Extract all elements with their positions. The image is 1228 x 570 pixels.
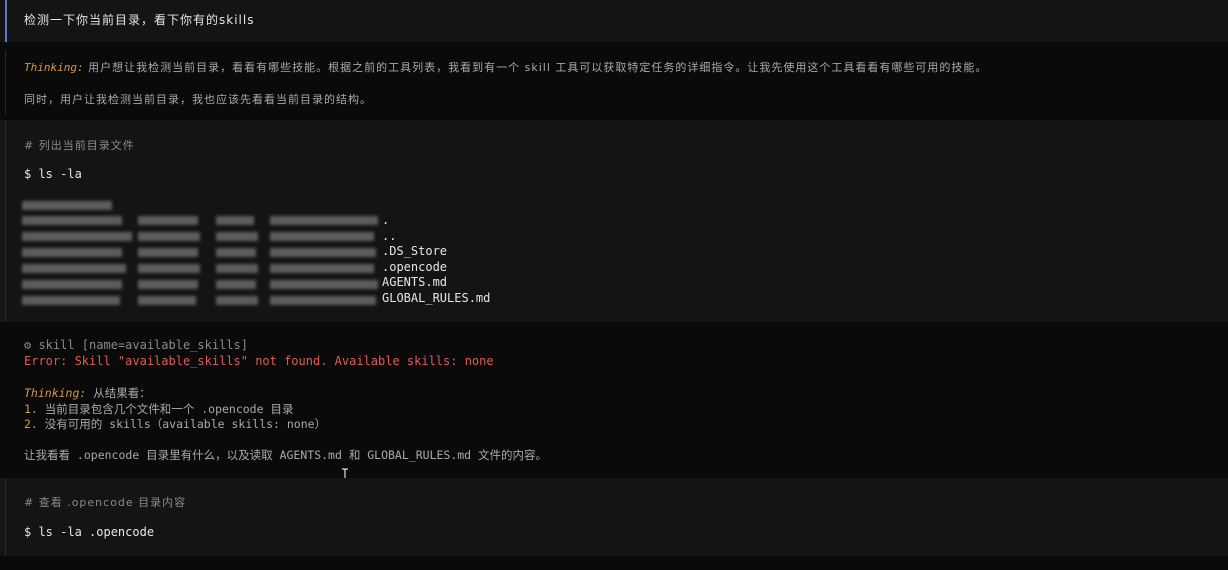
thinking-2-conclusion: 让我看看 .opencode 目录里有什么，以及读取 AGENTS.md 和 G… [24,448,548,462]
command-accent-bar [5,120,6,322]
redacted-listing [20,197,380,309]
tool-error-message: Error: Skill "available_skills" not foun… [24,354,494,368]
command-prompt: $ ls -la .opencode [24,525,155,539]
list-number: 2. [24,417,38,431]
list-item-text: 没有可用的 skills（available skills: none） [44,417,327,431]
user-message: 检测一下你当前目录，看下你有的skills [0,0,1228,42]
file-entry: .. [382,229,397,243]
file-entry: .opencode [382,260,448,274]
thinking-label: Thinking: [24,61,84,74]
command-comment: # 列出当前目录文件 [24,139,135,152]
file-entry: AGENTS.md [382,275,448,289]
file-entry: GLOBAL_RULES.md [382,291,491,305]
file-entry: . [382,213,390,227]
thinking-2-item-2: 2. 没有可用的 skills（available skills: none） [24,416,326,432]
list-number: 1. [24,402,38,416]
user-message-accent-bar [5,0,7,42]
list-item-text: 当前目录包含几个文件和一个 .opencode 目录 [44,402,294,416]
thinking-2-intro-text: 从结果看： [93,386,151,400]
thinking-text-1: 用户想让我检测当前目录，看看有哪些技能。根据之前的工具列表，我看到有一个 ski… [88,61,988,74]
thinking-2-item-1: 1. 当前目录包含几个文件和一个 .opencode 目录 [24,401,293,417]
file-entry: .DS_Store [382,244,448,258]
command-block-ls-opencode: # 查看 .opencode 目录内容 $ ls -la .opencode [0,478,1228,556]
user-message-text: 检测一下你当前目录，看下你有的skills [24,13,255,27]
thinking-line-1: Thinking: 用户想让我检测当前目录，看看有哪些技能。根据之前的工具列表，… [24,59,987,75]
chat-transcript: 检测一下你当前目录，看下你有的skills Thinking: 用户想让我检测当… [0,0,1228,570]
thinking-label: Thinking: [24,386,87,400]
thinking-2-intro: Thinking: 从结果看： [24,385,151,401]
command-accent-bar [5,478,6,556]
thinking-accent-bar [5,50,6,114]
tool-call-line: ⚙ skill [name=available_skills] [24,338,248,352]
thinking-line-2: 同时，用户让我检测当前目录，我也应该先看看当前目录的结构。 [24,93,372,106]
command-comment: # 查看 .opencode 目录内容 [24,496,187,509]
thinking-block: Thinking: 用户想让我检测当前目录，看看有哪些技能。根据之前的工具列表，… [0,50,1228,114]
command-prompt: $ ls -la [24,167,82,181]
